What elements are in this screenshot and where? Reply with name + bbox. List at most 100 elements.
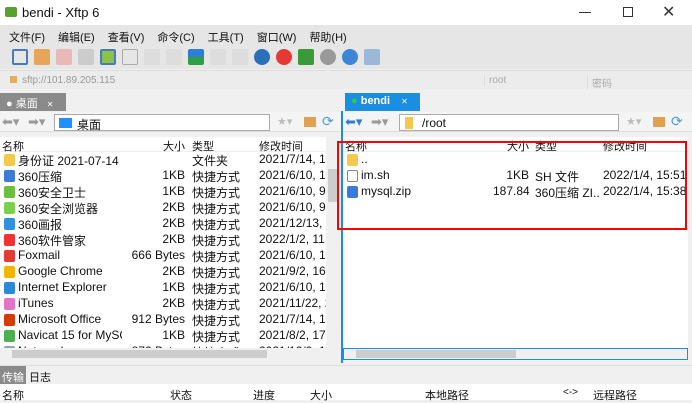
menu-file[interactable]: 文件(F) <box>0 25 49 45</box>
file-date: 2021/6/10, 10 <box>259 280 326 294</box>
toolbar <box>0 45 692 69</box>
browser-icon <box>4 202 15 214</box>
settings-window-icon[interactable] <box>100 49 116 65</box>
menu-tools[interactable]: 工具(T) <box>199 25 248 45</box>
tab-log[interactable]: 日志 <box>29 369 51 385</box>
file-row[interactable]: 360压缩 1KB 快捷方式 2021/6/10, 10 <box>0 168 326 184</box>
password-input[interactable]: 密码 <box>587 75 687 90</box>
col-remote-path[interactable]: 远程路径 <box>593 387 637 403</box>
file-date: 2021/12/13, 8 <box>259 216 326 230</box>
file-date: 2021/7/14, 10 <box>259 152 326 166</box>
back-icon[interactable]: ⬅▾ <box>345 114 362 130</box>
file-row[interactable]: iTunes 2KB 快捷方式 2021/11/22, 2 <box>0 296 326 312</box>
file-row[interactable]: Internet Explorer 1KB 快捷方式 2021/6/10, 10 <box>0 280 326 296</box>
menu-help[interactable]: 帮助(H) <box>300 25 350 45</box>
menu-edit[interactable]: 编辑(E) <box>49 25 99 45</box>
file-name: Foxmail <box>18 248 61 262</box>
menu-bar: 文件(F) 编辑(E) 查看(V) 命令(C) 工具(T) 窗口(W) 帮助(H) <box>0 25 692 45</box>
file-size: 1KB <box>162 184 185 198</box>
file-row[interactable]: Microsoft Office 912 Bytes 快捷方式 2021/7/1… <box>0 312 326 328</box>
bookmark-icon[interactable]: ★▾ <box>277 115 292 128</box>
col-size[interactable]: 大小 <box>310 387 332 403</box>
menu-view[interactable]: 查看(V) <box>99 25 149 45</box>
help-icon[interactable] <box>342 49 358 65</box>
file-row[interactable]: 360画报 2KB 快捷方式 2021/12/13, 8 <box>0 216 326 232</box>
forward-icon[interactable]: ➡▾ <box>371 114 388 130</box>
file-type: 快捷方式 <box>192 170 241 184</box>
zip-icon <box>4 170 15 182</box>
col-direction[interactable]: <-> <box>563 387 578 398</box>
left-horizontal-scrollbar[interactable] <box>0 348 340 360</box>
close-tab-icon[interactable]: ✕ <box>401 97 408 106</box>
reconnect-icon[interactable] <box>78 49 94 65</box>
bottom-tabs: 传输 日志 <box>0 365 692 384</box>
file-type: 快捷方式 <box>192 250 241 264</box>
right-path-input[interactable]: /root <box>399 114 619 131</box>
file-date: 2022/1/2, 11: <box>259 232 326 246</box>
home-folder-icon[interactable] <box>653 117 665 127</box>
xftp-icon[interactable] <box>298 49 314 65</box>
minimize-button[interactable] <box>579 12 591 13</box>
file-type: 快捷方式 <box>192 330 241 344</box>
disconnect-icon[interactable] <box>56 49 72 65</box>
bookmark-icon[interactable]: ★▾ <box>626 115 641 128</box>
left-nav-bar: ⬅▾ ➡▾ 桌面 ★▾ ⟳ <box>0 112 340 132</box>
tab-bendi[interactable]: ● bendi ✕ <box>345 93 420 111</box>
close-tab-icon[interactable]: ✕ <box>47 100 54 109</box>
left-path-input[interactable]: 桌面 <box>54 114 270 132</box>
forward-icon[interactable]: ➡▾ <box>28 114 45 130</box>
file-row[interactable]: 360软件管家 2KB 快捷方式 2022/1/2, 11: <box>0 232 326 248</box>
transfer-header: 名称 状态 进度 大小 本地路径 <-> 远程路径 <box>0 384 692 403</box>
tab-desktop[interactable]: ● 桌面 ✕ <box>0 93 66 111</box>
file-name: Navicat 15 for MySQL <box>18 328 122 342</box>
refresh-icon[interactable]: ⟳ <box>671 113 683 130</box>
right-horizontal-scrollbar[interactable] <box>343 348 688 360</box>
address-bar: sftp://101.89.205.115 root 密码 <box>0 70 692 90</box>
open-folder-icon[interactable] <box>34 49 50 65</box>
menu-window[interactable]: 窗口(W) <box>248 25 301 45</box>
file-row[interactable]: Navicat 15 for MySQL 1KB 快捷方式 2021/8/2, … <box>0 328 326 344</box>
highlight-box <box>337 141 687 230</box>
col-progress[interactable]: 进度 <box>253 387 275 403</box>
file-row[interactable]: 身份证 2021-07-14 1... 文件夹 2021/7/14, 10 <box>0 152 326 168</box>
user-input[interactable]: root <box>484 75 584 86</box>
gear-icon[interactable] <box>320 49 336 65</box>
right-nav-bar: ⬅▾ ➡▾ /root ★▾ ⟳ <box>343 112 692 132</box>
file-row[interactable]: Google Chrome 2KB 快捷方式 2021/9/2, 16: <box>0 264 326 280</box>
file-row[interactable]: 360安全卫士 1KB 快捷方式 2021/6/10, 9: <box>0 184 326 200</box>
file-name: iTunes <box>18 296 54 310</box>
upload-icon[interactable] <box>144 49 160 65</box>
refresh-icon[interactable]: ⟳ <box>322 113 334 130</box>
file-type: 快捷方式 <box>192 314 241 328</box>
col-name[interactable]: 名称 <box>2 387 24 403</box>
left-file-list: 名称大小类型修改时间 身份证 2021-07-14 1... 文件夹 2021/… <box>0 137 326 348</box>
paste-icon[interactable] <box>232 49 248 65</box>
file-row[interactable]: 360安全浏览器 2KB 快捷方式 2021/6/10, 9: <box>0 200 326 216</box>
close-button[interactable]: ✕ <box>662 2 675 22</box>
chrome-icon <box>4 266 15 278</box>
folder-icon <box>4 154 15 166</box>
new-session-icon[interactable] <box>12 49 28 65</box>
file-size: 2KB <box>162 264 185 278</box>
chat-icon[interactable] <box>364 49 380 65</box>
download-icon[interactable] <box>166 49 182 65</box>
host-input[interactable]: sftp://101.89.205.115 <box>22 75 477 86</box>
tab-transfer[interactable]: 传输 <box>0 366 26 384</box>
globe-icon[interactable] <box>254 49 270 65</box>
maximize-button[interactable] <box>623 7 633 17</box>
home-folder-icon[interactable] <box>304 117 316 127</box>
copy-icon[interactable] <box>210 49 226 65</box>
file-type: 快捷方式 <box>192 298 241 312</box>
file-name: 360画报 <box>18 218 63 232</box>
back-icon[interactable]: ⬅▾ <box>2 114 19 130</box>
col-local-path[interactable]: 本地路径 <box>425 387 469 403</box>
transfer-icon[interactable] <box>188 49 204 65</box>
xshell-icon[interactable] <box>276 49 292 65</box>
col-status[interactable]: 状态 <box>170 387 192 403</box>
file-type: 快捷方式 <box>192 186 241 200</box>
terminal-icon[interactable] <box>122 49 138 65</box>
file-row[interactable]: Foxmail 666 Bytes 快捷方式 2021/6/10, 10 <box>0 248 326 264</box>
file-size: 1KB <box>162 168 185 182</box>
menu-command[interactable]: 命令(C) <box>148 25 198 45</box>
file-type: 快捷方式 <box>192 234 241 248</box>
